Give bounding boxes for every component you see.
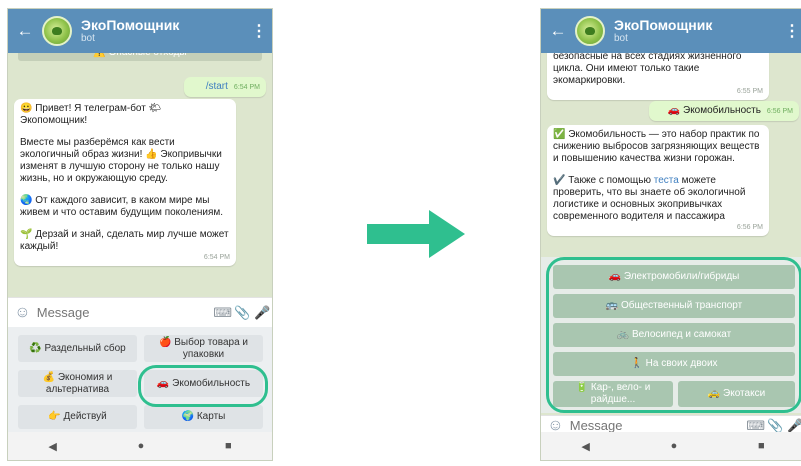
keyboard-button-public-transport[interactable]: 🚌 Общественный транспорт (553, 294, 795, 318)
message-composer: ☺ ⌨ 📎 🎤 (8, 297, 272, 327)
chat-header: ← ЭкоПомощник bot ⋮ (8, 9, 272, 53)
message-text: 😀 Привет! Я телеграм-бот 🌤 Экопомощник! (20, 103, 162, 126)
keyboard-icon[interactable]: ⌨ (213, 305, 233, 321)
avatar[interactable] (575, 16, 605, 46)
start-message: /start 6:54 PM (184, 77, 266, 97)
message-time: 6:56 PM (766, 108, 793, 115)
keyboard-button-economy[interactable]: 💰 Экономия и альтернатива (18, 370, 137, 397)
transition-arrow-icon (367, 210, 465, 258)
message-time: 6:56 PM (736, 224, 763, 231)
message-time: 6:54 PM (203, 254, 230, 261)
keyboard-button-electric-cars[interactable]: 🚗 Электромобили/гибриды (553, 265, 795, 289)
keyboard-button-sharing[interactable]: 🔋 Кар-, вело- и райдше... (553, 381, 673, 407)
keyboard-button-ecotaxi[interactable]: 🚕 Экотакси (678, 381, 795, 407)
bot-name: ЭкоПомощник (81, 17, 180, 33)
chat-title-block[interactable]: ЭкоПомощник bot (81, 17, 246, 45)
nav-home-icon[interactable]: ● (138, 440, 145, 452)
more-vert-icon[interactable]: ⋮ (779, 21, 801, 41)
bot-keyboard: ♻️ Раздельный сбор 🍎 Выбор товара и упак… (8, 327, 272, 434)
message-text: 🚗 Экомобильность (667, 105, 761, 116)
keyboard-button-sorting[interactable]: ♻️ Раздельный сбор (18, 335, 137, 362)
message-text: Вместе мы разберёмся как вести экологичн… (20, 137, 222, 184)
message-text: безопасные на всех стадиях жизненного ци… (553, 51, 742, 86)
previous-message: безопасные на всех стадиях жизненного ци… (547, 47, 769, 100)
message-input[interactable] (36, 305, 213, 320)
chat-header: ← ЭкоПомощник bot ⋮ (541, 9, 801, 53)
back-arrow-icon[interactable]: ← (541, 9, 575, 53)
welcome-message: 😀 Привет! Я телеграм-бот 🌤 Экопомощник! … (14, 99, 236, 266)
sticker-icon[interactable]: ☺ (8, 304, 37, 322)
message-time: 6:55 PM (736, 88, 763, 95)
message-text: /start (205, 81, 228, 92)
phone-screen-right: безопасные на всех стадиях жизненного ци… (540, 8, 801, 461)
message-text-part: ✔️ Также с помощью (553, 175, 654, 186)
avatar[interactable] (42, 16, 72, 46)
message-text: 🌏 От каждого зависит, в каком мире мы жи… (20, 195, 224, 218)
bot-keyboard: 🚗 Электромобили/гибриды 🚌 Общественный т… (541, 257, 801, 413)
keyboard-button-ecomobility[interactable]: 🚗 Экомобильность (144, 370, 263, 397)
nav-back-icon[interactable]: ◀ (48, 440, 56, 453)
bot-name: ЭкоПомощник (614, 17, 713, 33)
message-input[interactable] (569, 418, 746, 433)
more-vert-icon[interactable]: ⋮ (246, 21, 272, 41)
keyboard-button-bike-scooter[interactable]: 🚲 Велосипед и самокат (553, 323, 795, 347)
android-navbar: ◀ ● ■ (541, 432, 801, 460)
message-text: 🌱 Дерзай и знай, сделать мир лучше может… (20, 229, 229, 252)
chat-title-block[interactable]: ЭкоПомощник bot (614, 17, 779, 45)
message-time: 6:54 PM (233, 84, 260, 91)
nav-recents-icon[interactable]: ■ (758, 440, 765, 452)
back-arrow-icon[interactable]: ← (8, 9, 42, 53)
bot-subtitle: bot (81, 33, 95, 44)
paperclip-icon[interactable]: 📎 (232, 305, 252, 321)
keyboard-button-act[interactable]: 👉 Действуй (18, 405, 137, 429)
nav-back-icon[interactable]: ◀ (581, 440, 589, 453)
bot-subtitle: bot (614, 33, 628, 44)
nav-recents-icon[interactable]: ■ (225, 440, 232, 452)
ecomobility-info-message: ✅ Экомобильность — это набор практик по … (547, 125, 769, 236)
message-text: ✅ Экомобильность — это набор практик по … (553, 129, 760, 164)
keyboard-button-walking[interactable]: 🚶 На своих двоих (553, 352, 795, 376)
phone-screen-left: ⚠️ Опасные отходы ← ЭкоПомощник bot ⋮ /s… (7, 8, 273, 461)
message-text: ✔️ Также с помощью теста можете проверит… (553, 175, 763, 223)
android-navbar: ◀ ● ■ (8, 432, 272, 460)
microphone-icon[interactable]: 🎤 (252, 305, 272, 321)
nav-home-icon[interactable]: ● (671, 440, 678, 452)
test-link[interactable]: теста (654, 175, 679, 186)
ecomobility-message: 🚗 Экомобильность 6:56 PM (649, 101, 799, 121)
keyboard-button-products[interactable]: 🍎 Выбор товара и упаковки (144, 335, 263, 362)
keyboard-button-maps[interactable]: 🌍 Карты (144, 405, 263, 429)
